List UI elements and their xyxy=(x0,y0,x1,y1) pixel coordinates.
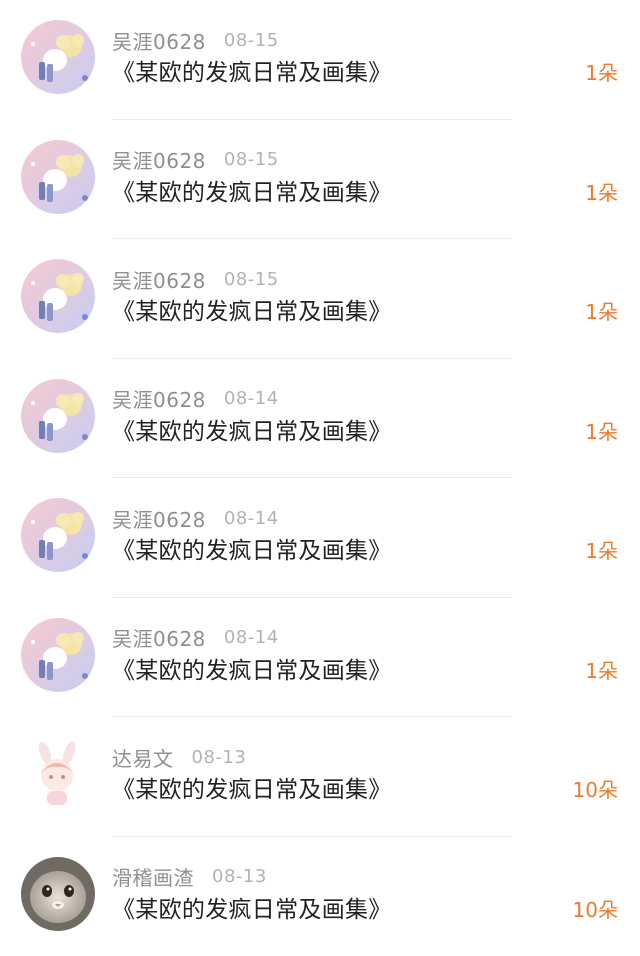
username[interactable]: 滑稽画渣 xyxy=(112,862,194,891)
avatar[interactable] xyxy=(21,737,95,811)
work-title[interactable]: 《某欧的发疯日常及画集》 xyxy=(112,534,392,568)
list-item[interactable]: 达易文 08-13 《某欧的发疯日常及画集》 10朵 xyxy=(0,717,640,837)
list-item[interactable]: 吴涯0628 08-15 《某欧的发疯日常及画集》 1朵 xyxy=(0,239,640,359)
list-item[interactable]: 吴涯0628 08-14 《某欧的发疯日常及画集》 1朵 xyxy=(0,478,640,598)
item-meta: 滑稽画渣 08-13 xyxy=(112,863,267,891)
item-meta: 达易文 08-13 xyxy=(112,743,246,771)
date: 08-15 xyxy=(224,269,279,290)
avatar[interactable] xyxy=(21,857,95,931)
date: 08-14 xyxy=(224,627,279,648)
date: 08-14 xyxy=(224,388,279,409)
girl-with-sheep-avatar-icon xyxy=(21,20,95,94)
girl-with-sheep-avatar-icon xyxy=(21,379,95,453)
work-title[interactable]: 《某欧的发疯日常及画集》 xyxy=(112,893,392,927)
date: 08-14 xyxy=(224,508,279,529)
username[interactable]: 吴涯0628 xyxy=(112,265,206,294)
list-item[interactable]: 吴涯0628 08-14 《某欧的发疯日常及画集》 1朵 xyxy=(0,359,640,479)
avatar[interactable] xyxy=(21,618,95,692)
flower-count: 10朵 xyxy=(573,895,618,925)
date: 08-13 xyxy=(212,866,267,887)
reward-list: 吴涯0628 08-15 《某欧的发疯日常及画集》 1朵 xyxy=(0,0,640,956)
item-meta: 吴涯0628 08-14 xyxy=(112,504,279,532)
item-meta: 吴涯0628 08-15 xyxy=(112,265,279,293)
date: 08-13 xyxy=(192,747,247,768)
list-item[interactable]: 滑稽画渣 08-13 《某欧的发疯日常及画集》 10朵 xyxy=(0,837,640,956)
girl-with-sheep-avatar-icon xyxy=(21,498,95,572)
cat-photo-avatar-icon xyxy=(21,857,95,931)
bunny-girl-avatar-icon xyxy=(21,737,95,811)
username[interactable]: 吴涯0628 xyxy=(112,504,206,533)
flower-count: 1朵 xyxy=(585,656,618,686)
date: 08-15 xyxy=(224,149,279,170)
item-meta: 吴涯0628 08-15 xyxy=(112,146,279,174)
girl-with-sheep-avatar-icon xyxy=(21,618,95,692)
girl-with-sheep-avatar-icon xyxy=(21,259,95,333)
avatar[interactable] xyxy=(21,498,95,572)
avatar[interactable] xyxy=(21,140,95,214)
work-title[interactable]: 《某欧的发疯日常及画集》 xyxy=(112,56,392,90)
item-meta: 吴涯0628 08-15 xyxy=(112,26,279,54)
work-title[interactable]: 《某欧的发疯日常及画集》 xyxy=(112,654,392,688)
username[interactable]: 吴涯0628 xyxy=(112,145,206,174)
item-meta: 吴涯0628 08-14 xyxy=(112,624,279,652)
girl-with-sheep-avatar-icon xyxy=(21,140,95,214)
flower-count: 1朵 xyxy=(585,417,618,447)
flower-count: 1朵 xyxy=(585,58,618,88)
flower-count: 10朵 xyxy=(573,775,618,805)
flower-count: 1朵 xyxy=(585,536,618,566)
username[interactable]: 吴涯0628 xyxy=(112,26,206,55)
work-title[interactable]: 《某欧的发疯日常及画集》 xyxy=(112,176,392,210)
work-title[interactable]: 《某欧的发疯日常及画集》 xyxy=(112,295,392,329)
list-item[interactable]: 吴涯0628 08-15 《某欧的发疯日常及画集》 1朵 xyxy=(0,120,640,240)
date: 08-15 xyxy=(224,30,279,51)
username[interactable]: 吴涯0628 xyxy=(112,623,206,652)
avatar[interactable] xyxy=(21,259,95,333)
avatar[interactable] xyxy=(21,20,95,94)
work-title[interactable]: 《某欧的发疯日常及画集》 xyxy=(112,773,392,807)
work-title[interactable]: 《某欧的发疯日常及画集》 xyxy=(112,415,392,449)
username[interactable]: 吴涯0628 xyxy=(112,384,206,413)
list-item[interactable]: 吴涯0628 08-14 《某欧的发疯日常及画集》 1朵 xyxy=(0,598,640,718)
item-meta: 吴涯0628 08-14 xyxy=(112,385,279,413)
avatar[interactable] xyxy=(21,379,95,453)
username[interactable]: 达易文 xyxy=(112,743,174,772)
flower-count: 1朵 xyxy=(585,297,618,327)
flower-count: 1朵 xyxy=(585,178,618,208)
list-item[interactable]: 吴涯0628 08-15 《某欧的发疯日常及画集》 1朵 xyxy=(0,0,640,120)
